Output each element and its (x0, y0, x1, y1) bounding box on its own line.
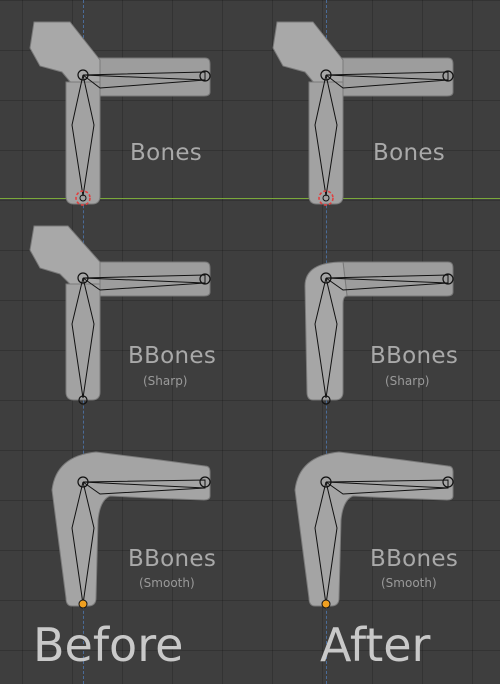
row1-after-title: Bones (373, 140, 446, 166)
caption-before: Before (33, 618, 184, 672)
bbones-sharp-before-mesh (29, 225, 211, 405)
3d-viewport[interactable]: Bones Bones BBones (Sharp) BBones (Sharp… (0, 0, 500, 684)
row2-before-subtitle: (Sharp) (143, 374, 188, 388)
row2-before-title: BBones (128, 343, 217, 369)
bbones-sharp-after-mesh (304, 261, 454, 405)
bones-after-mesh (272, 21, 454, 206)
bbones-smooth-before-mesh (51, 451, 211, 609)
row3-after-title: BBones (370, 546, 459, 572)
bones-before-mesh (29, 21, 211, 206)
row1-before-title: Bones (130, 140, 203, 166)
caption-after: After (320, 618, 431, 672)
row3-before-title: BBones (128, 546, 217, 572)
bbones-smooth-after-mesh (294, 451, 454, 609)
row3-before-subtitle: (Smooth) (139, 576, 195, 590)
row3-after-subtitle: (Smooth) (381, 576, 437, 590)
row2-after-subtitle: (Sharp) (385, 374, 430, 388)
row2-after-title: BBones (370, 343, 459, 369)
